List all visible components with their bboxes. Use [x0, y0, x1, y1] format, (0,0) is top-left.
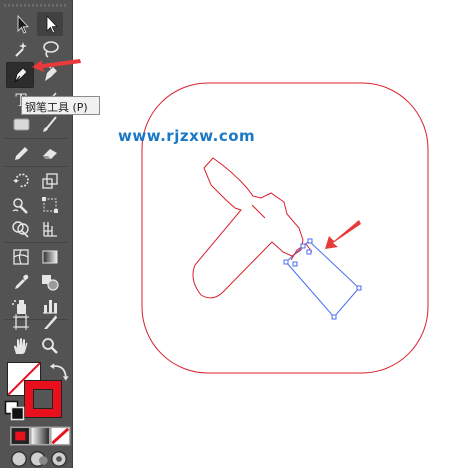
anchor-point[interactable]	[331, 314, 337, 320]
scale-tool-icon[interactable]	[37, 169, 63, 193]
stroke-swatch[interactable]	[24, 380, 62, 418]
draw-normal-icon[interactable]	[6, 447, 27, 467]
none-mode-icon[interactable]	[48, 424, 71, 446]
hand-tool-icon[interactable]	[8, 334, 34, 358]
color-mode-icon[interactable]	[8, 424, 31, 446]
paintbrush-tool-icon[interactable]	[37, 112, 63, 136]
draw-behind-icon[interactable]	[26, 447, 48, 467]
zoom-tool-icon[interactable]	[37, 334, 63, 358]
watermark-text: www.rjzxw.com	[118, 127, 256, 145]
rotate-tool-icon[interactable]	[8, 169, 34, 193]
selected-path[interactable]	[283, 238, 362, 320]
swap-fill-stroke-icon[interactable]	[47, 360, 69, 381]
annotation-arrow-icon	[32, 59, 81, 72]
pencil-tool-icon[interactable]	[8, 141, 34, 165]
perspective-grid-tool-icon[interactable]	[37, 217, 63, 241]
anchor-point[interactable]	[306, 249, 312, 255]
blend-tool-icon[interactable]	[37, 270, 63, 294]
tool-divider	[4, 166, 68, 167]
tool-divider	[4, 138, 68, 139]
selection-tool-icon[interactable]	[8, 12, 34, 36]
gradient-mode-icon[interactable]	[28, 424, 51, 446]
direct-selection-tool-icon[interactable]	[37, 12, 63, 36]
free-transform-tool-icon[interactable]	[37, 193, 63, 217]
tool-divider	[4, 242, 68, 243]
anchor-point[interactable]	[283, 259, 289, 265]
stroke-swatch-inner	[33, 389, 53, 409]
rectangle-tool-icon[interactable]	[8, 112, 34, 136]
anchor-point[interactable]	[300, 243, 306, 249]
anchor-point[interactable]	[356, 285, 362, 291]
artboard-canvas[interactable]	[72, 0, 466, 468]
anchor-point[interactable]	[307, 238, 313, 244]
shape-builder-tool-icon[interactable]	[8, 217, 34, 241]
artboard-tool-icon[interactable]	[8, 310, 34, 334]
panel-grip[interactable]	[4, 4, 68, 7]
anchor-point[interactable]	[292, 261, 298, 267]
default-fill-stroke-icon[interactable]	[3, 400, 25, 421]
gradient-tool-icon[interactable]	[37, 245, 63, 269]
pen-tool-tooltip: 钢笔工具 (P)	[21, 96, 100, 115]
draw-inside-icon[interactable]	[46, 447, 67, 467]
annotation-arrow-icon	[325, 220, 361, 249]
eyedropper-tool-icon[interactable]	[8, 270, 34, 294]
warp-tool-icon[interactable]	[8, 193, 34, 217]
artwork	[141, 82, 429, 374]
eraser-tool-icon[interactable]	[37, 141, 63, 165]
tool-glyph-shape[interactable]	[192, 157, 304, 299]
slice-tool-icon[interactable]	[37, 310, 63, 334]
